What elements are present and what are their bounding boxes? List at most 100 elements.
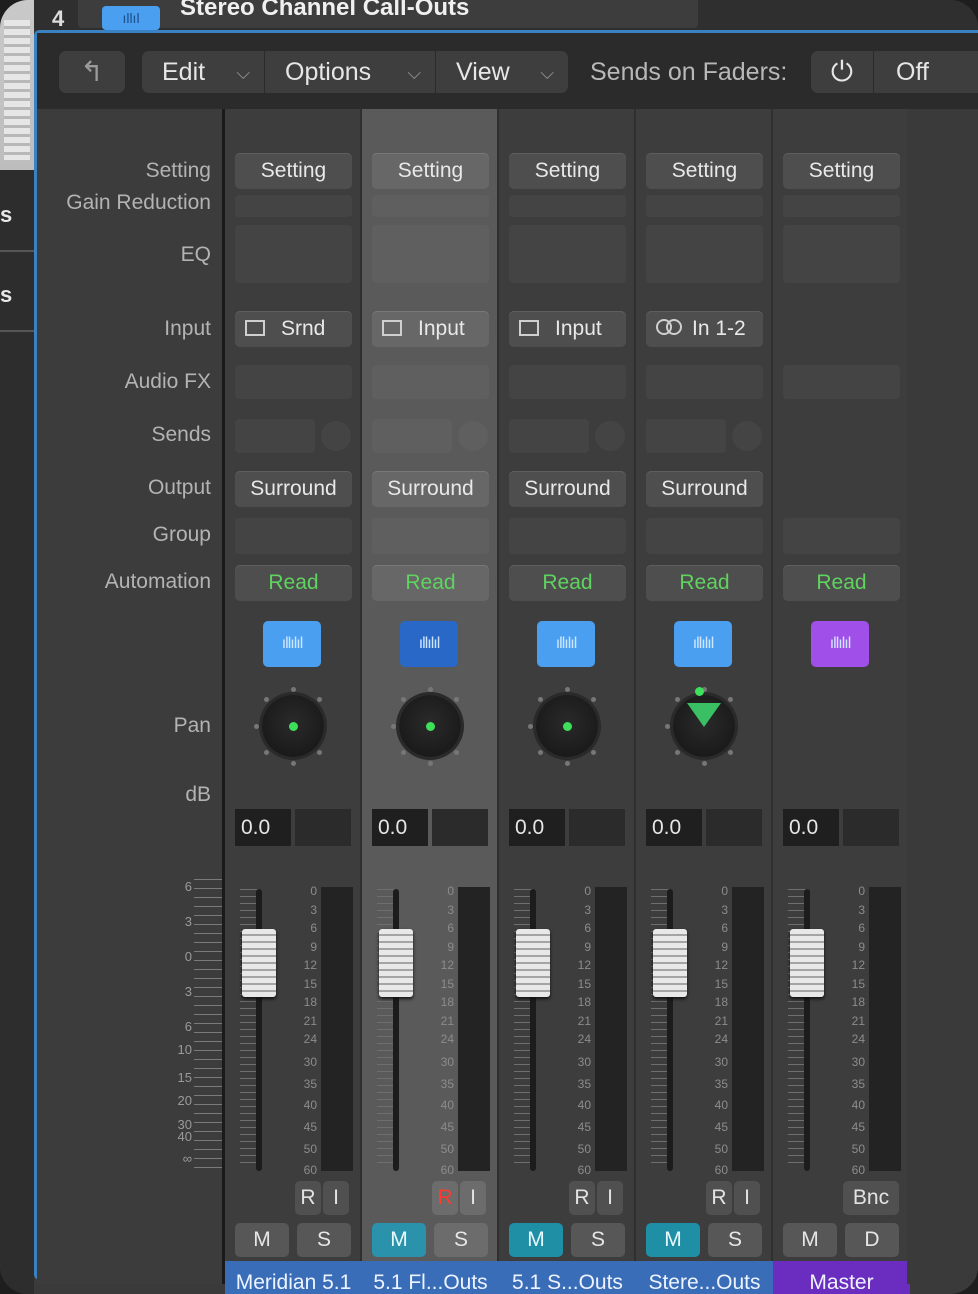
volume-readout[interactable]: 0.0 <box>646 809 702 846</box>
setting-button[interactable]: Setting <box>372 153 489 189</box>
setting-button[interactable]: Setting <box>783 153 900 189</box>
input-monitor-button[interactable]: I <box>734 1181 760 1215</box>
eq-display[interactable] <box>372 225 489 283</box>
input-slot[interactable]: Input <box>509 311 626 347</box>
volume-fader[interactable] <box>516 929 550 997</box>
volume-readout[interactable]: 0.0 <box>372 809 428 846</box>
automation-mode-button[interactable]: Read <box>235 565 352 601</box>
group-slot[interactable] <box>783 518 900 554</box>
volume-fader[interactable] <box>242 929 276 997</box>
up-arrow-icon[interactable]: ↰ <box>59 51 125 93</box>
record-enable-button[interactable]: R <box>569 1181 595 1215</box>
input-slot[interactable]: Srnd <box>235 311 352 347</box>
meter-scale-label: 50 <box>303 1142 317 1156</box>
volume-readout[interactable]: 0.0 <box>509 809 565 846</box>
input-monitor-button[interactable]: I <box>597 1181 623 1215</box>
group-slot[interactable] <box>372 518 489 554</box>
eq-display[interactable] <box>783 225 900 283</box>
options-menu[interactable]: Options ⌵ <box>265 51 435 93</box>
mute-button[interactable]: M <box>235 1223 289 1257</box>
waveform-icon[interactable]: ıllılıl <box>263 621 321 667</box>
channel-name[interactable]: 5.1 Fl...Outs <box>362 1261 499 1294</box>
send-slot[interactable] <box>235 419 315 453</box>
mute-button[interactable]: M <box>646 1223 700 1257</box>
mute-button[interactable]: M <box>372 1223 426 1257</box>
record-enable-button[interactable]: R <box>432 1181 458 1215</box>
automation-mode-button[interactable]: Read <box>509 565 626 601</box>
group-slot[interactable] <box>509 518 626 554</box>
pan-knob[interactable] <box>664 686 743 766</box>
audio-fx-slot[interactable] <box>509 365 626 399</box>
setting-button[interactable]: Setting <box>235 153 352 189</box>
channel-name[interactable]: Master <box>773 1261 910 1294</box>
send-slot[interactable] <box>372 419 452 453</box>
power-icon[interactable]: ⏻ <box>811 51 873 93</box>
send-level-knob[interactable] <box>458 421 488 451</box>
channel-name[interactable]: 5.1 S...Outs <box>499 1261 636 1294</box>
dim-button[interactable]: D <box>845 1223 899 1257</box>
edit-menu[interactable]: Edit ⌵ <box>142 51 264 93</box>
waveform-icon[interactable]: ıllılıl <box>400 621 458 667</box>
setting-button[interactable]: Setting <box>646 153 763 189</box>
solo-button[interactable]: S <box>434 1223 488 1257</box>
audio-fx-slot[interactable] <box>372 365 489 399</box>
group-slot[interactable] <box>235 518 352 554</box>
output-slot[interactable]: Surround <box>235 471 352 507</box>
send-level-knob[interactable] <box>732 421 762 451</box>
input-monitor-button[interactable]: I <box>460 1181 486 1215</box>
send-level-knob[interactable] <box>321 421 351 451</box>
waveform-icon[interactable]: ıllılıl <box>674 621 732 667</box>
send-level-knob[interactable] <box>595 421 625 451</box>
eq-display[interactable] <box>235 225 352 283</box>
send-slot[interactable] <box>509 419 589 453</box>
meter-scale-label: 30 <box>440 1055 454 1069</box>
level-meter <box>321 887 353 1171</box>
stereo-link-icon <box>656 319 684 337</box>
input-monitor-button[interactable]: I <box>323 1181 349 1215</box>
record-enable-button[interactable]: R <box>295 1181 321 1215</box>
bounce-button[interactable]: Bnc <box>843 1181 899 1215</box>
pan-knob[interactable] <box>253 686 332 766</box>
solo-button[interactable]: S <box>297 1223 351 1257</box>
fader-scale-label: 3 <box>184 914 192 929</box>
meter-scale-label: 12 <box>714 958 728 972</box>
audio-fx-slot[interactable] <box>783 365 900 399</box>
solo-button[interactable]: S <box>708 1223 762 1257</box>
app-frame: s s 4 ıllıl Stereo Channel Call-Outs ↰ E… <box>0 0 978 1294</box>
input-slot[interactable]: In 1-2 <box>646 311 763 347</box>
channel-name[interactable]: Meridian 5.1 <box>225 1261 362 1294</box>
pan-knob[interactable] <box>390 686 469 766</box>
volume-fader[interactable] <box>379 929 413 997</box>
audio-fx-slot[interactable] <box>235 365 352 399</box>
mute-button[interactable]: M <box>783 1223 837 1257</box>
channel-name[interactable]: Stere...Outs <box>636 1261 773 1294</box>
volume-fader[interactable] <box>790 929 824 997</box>
automation-mode-button[interactable]: Read <box>646 565 763 601</box>
volume-fader[interactable] <box>653 929 687 997</box>
volume-readout[interactable]: 0.0 <box>783 809 839 846</box>
output-slot[interactable]: Surround <box>372 471 489 507</box>
sends-on-faders-value[interactable]: Off <box>874 51 978 93</box>
output-slot[interactable]: Surround <box>646 471 763 507</box>
eq-display[interactable] <box>646 225 763 283</box>
channel-strip: Setting Read ıllılıl 0.0 0 3 6 9 12 15 18 21 24 30 35 4… <box>773 109 910 1294</box>
input-slot[interactable]: Input <box>372 311 489 347</box>
peak-readout <box>295 809 351 846</box>
record-enable-button[interactable]: R <box>706 1181 732 1215</box>
waveform-icon[interactable]: ıllılıl <box>537 621 595 667</box>
solo-button[interactable]: S <box>571 1223 625 1257</box>
eq-display[interactable] <box>509 225 626 283</box>
pan-knob[interactable] <box>527 686 606 766</box>
volume-readout[interactable]: 0.0 <box>235 809 291 846</box>
mute-button[interactable]: M <box>509 1223 563 1257</box>
send-slot[interactable] <box>646 419 726 453</box>
group-slot[interactable] <box>646 518 763 554</box>
output-slot[interactable]: Surround <box>509 471 626 507</box>
setting-button[interactable]: Setting <box>509 153 626 189</box>
audio-fx-slot[interactable] <box>646 365 763 399</box>
view-menu[interactable]: View ⌵ <box>436 51 568 93</box>
automation-mode-button[interactable]: Read <box>372 565 489 601</box>
meter-scale-label: 0 <box>858 884 865 898</box>
waveform-icon[interactable]: ıllılıl <box>811 621 869 667</box>
automation-mode-button[interactable]: Read <box>783 565 900 601</box>
